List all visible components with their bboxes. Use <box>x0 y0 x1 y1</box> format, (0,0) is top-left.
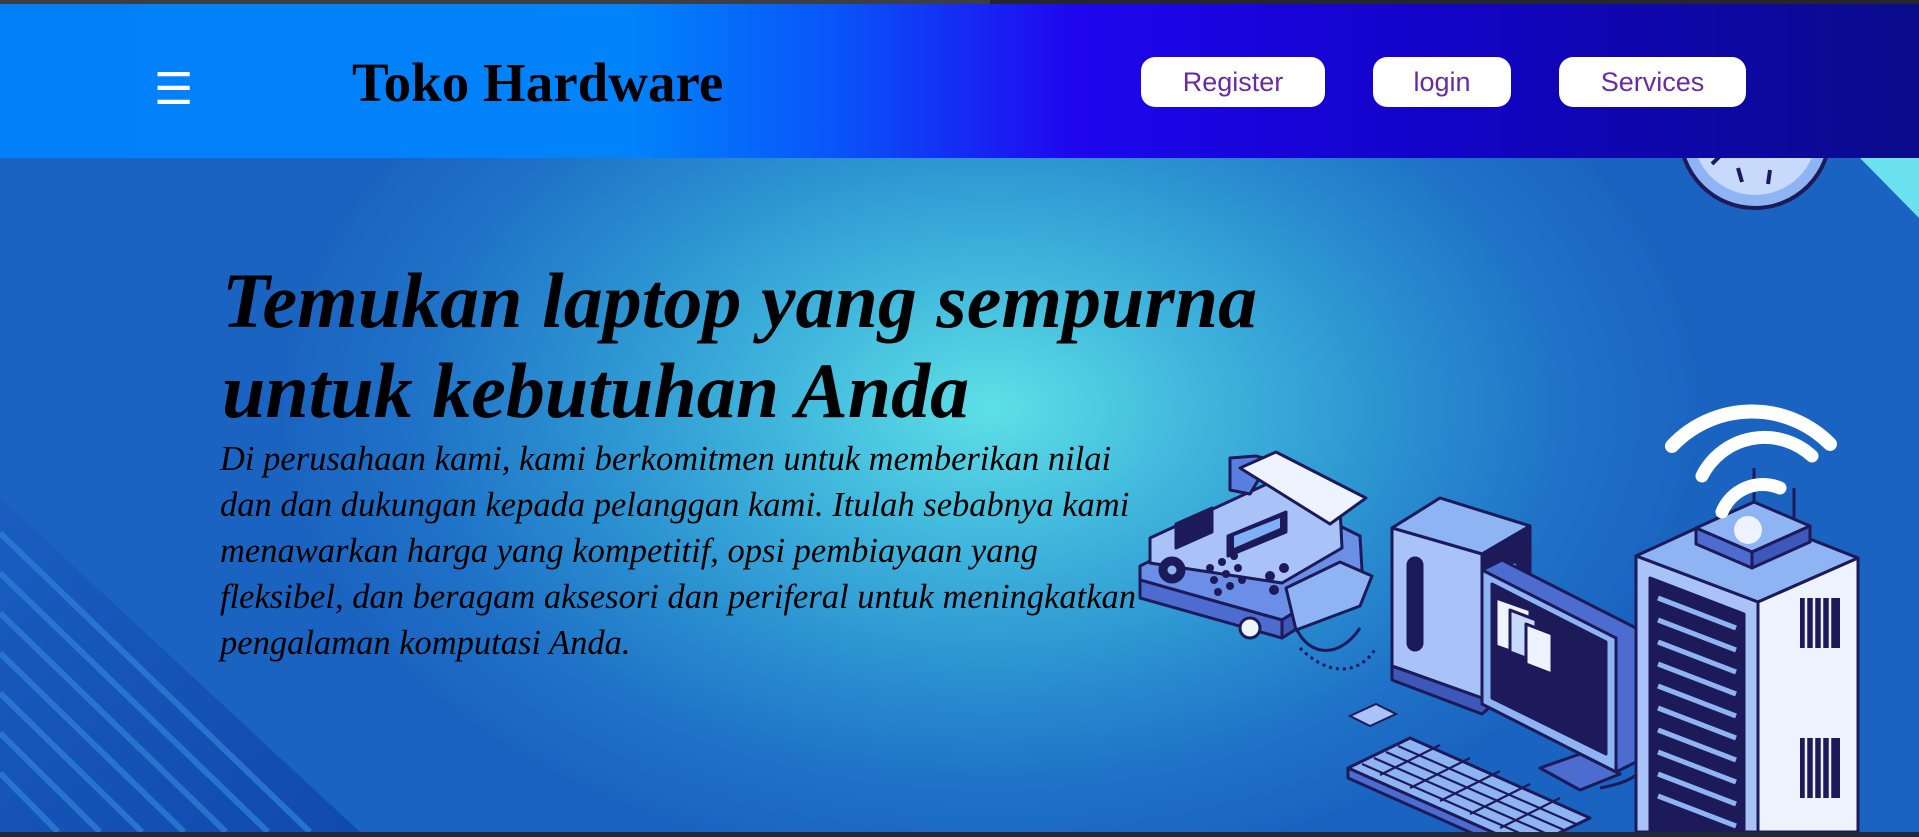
keyboard-icon <box>1346 736 1592 832</box>
register-button[interactable]: Register <box>1141 57 1325 107</box>
hamburger-menu-icon[interactable]: ☰ <box>154 64 193 116</box>
login-button[interactable]: login <box>1373 57 1511 107</box>
window-bottom-edge <box>0 832 1919 837</box>
fax-machine-icon <box>1138 450 1378 671</box>
site-header: ☰ Toko Hardware Register login Services <box>0 4 1919 158</box>
site-brand[interactable]: Toko Hardware <box>352 48 723 118</box>
hardware-illustration <box>1138 158 1919 832</box>
wall-clock-icon <box>1682 158 1828 210</box>
window-top-edge <box>0 0 1919 4</box>
monitor-icon <box>1480 558 1644 792</box>
hero-section: Temukan laptop yang sempurna untuk kebut… <box>0 158 1919 832</box>
services-button[interactable]: Services <box>1559 57 1746 107</box>
wifi-router-icon <box>1665 404 1837 570</box>
